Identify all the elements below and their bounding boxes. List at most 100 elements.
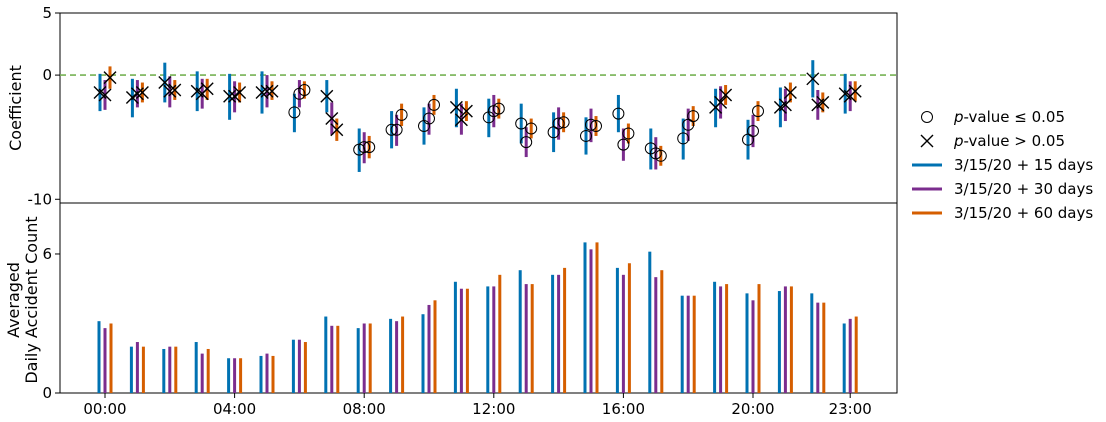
bar (465, 288, 469, 393)
hour-x-tick-label: 04:00 (213, 400, 256, 418)
bar (324, 316, 328, 393)
bar (168, 346, 172, 393)
legend: p-value ≤ 0.05 p-value > 0.05 3/15/20 + 15… (912, 108, 1093, 222)
bar (654, 277, 658, 393)
coefficient-panel: 5 0 -10 Coefficient (6, 4, 898, 208)
bar (453, 281, 457, 393)
bar (822, 302, 826, 393)
bar (719, 286, 723, 393)
bar (336, 325, 340, 393)
bar (783, 286, 787, 393)
bar (524, 284, 528, 393)
accident-y-label-line1: Averaged (4, 262, 23, 338)
bar (854, 316, 858, 393)
legend-entry: p-value ≤ 0.05 (921, 108, 1065, 126)
legend-circle-marker (921, 111, 933, 123)
bar (810, 293, 814, 393)
bar (265, 353, 269, 393)
bar (745, 293, 749, 393)
bar (103, 328, 107, 393)
bar (303, 342, 307, 393)
figure: 50-10 Coefficient 06 00:00 04:00 08:00 12:0… (4, 4, 1093, 418)
coefficient-y-ticks: 5 0 -10 (28, 4, 60, 208)
legend-label: 3/15/20 + 15 days (954, 156, 1093, 174)
accident-y-ticks: 06 (42, 245, 60, 402)
bar (135, 342, 139, 393)
bar (789, 286, 793, 393)
bar (206, 348, 210, 393)
bar (97, 321, 101, 393)
bar (486, 286, 490, 393)
bar (627, 263, 631, 393)
bar (356, 328, 360, 393)
legend-entry: 3/15/20 + 15 days (912, 156, 1093, 174)
bar (492, 286, 496, 393)
bar (291, 339, 295, 393)
legend-entry: 3/15/20 + 60 days (912, 204, 1093, 222)
bar (842, 323, 846, 393)
accident-count-panel: 06 00:00 04:00 08:00 12:00 16:00 20:00 23:00 A… (4, 202, 898, 418)
bar (583, 242, 587, 393)
bar (518, 270, 522, 393)
accident-y-label-line2: Daily Accident Count (22, 216, 41, 383)
accident-y-tick-label: 0 (42, 384, 52, 402)
bar (459, 288, 463, 393)
bar (615, 267, 619, 393)
coefficient-panel-frame (59, 12, 898, 204)
accident-y-tick-label: 6 (42, 245, 52, 263)
bar (621, 274, 625, 393)
bar (362, 323, 366, 393)
bar (174, 346, 178, 393)
bar (194, 342, 198, 393)
bar (660, 270, 664, 393)
bar (200, 353, 204, 393)
bar (713, 281, 717, 393)
hour-x-ticks: 00:00 04:00 08:00 12:00 16:00 20:00 23:00 (83, 393, 872, 418)
bar (498, 274, 502, 393)
bar (692, 295, 696, 393)
bar (330, 325, 334, 393)
hour-x-tick-label: 23:00 (829, 400, 872, 418)
hour-x-tick-label: 00:00 (83, 400, 126, 418)
bar (368, 323, 372, 393)
legend-cross-marker (920, 134, 934, 148)
bar (129, 346, 133, 393)
bar (589, 249, 593, 393)
bar (227, 358, 231, 393)
bar (557, 274, 561, 393)
bar (239, 358, 243, 393)
bar (848, 318, 852, 393)
hour-x-tick-label: 12:00 (472, 400, 515, 418)
coefficient-y-label: Coefficient (6, 65, 25, 151)
coefficient-y-tick-label: 5 (42, 4, 52, 22)
bar (421, 314, 425, 393)
bar (162, 348, 166, 393)
coefficient-y-tick-label: -10 (28, 190, 53, 208)
bar (551, 274, 555, 393)
hour-x-tick-label: 08:00 (343, 400, 386, 418)
legend-entry: p-value > 0.05 (920, 132, 1065, 150)
bar (389, 318, 393, 393)
bar (725, 284, 729, 393)
legend-label: 3/15/20 + 30 days (954, 180, 1093, 198)
legend-label: p-value > 0.05 (953, 132, 1065, 150)
legend-label: 3/15/20 + 60 days (954, 204, 1093, 222)
bar (816, 302, 820, 393)
bar (427, 304, 431, 393)
accident-count-panel-frame (59, 202, 898, 394)
bar (401, 316, 405, 393)
coefficient-y-tick-label: 0 (42, 66, 52, 84)
bar (680, 295, 684, 393)
bar (777, 291, 781, 393)
bar (297, 339, 301, 393)
bar (271, 355, 275, 393)
bar (141, 346, 145, 393)
bar (109, 323, 113, 393)
hour-x-tick-label: 16:00 (602, 400, 645, 418)
bar (259, 355, 263, 393)
bar (433, 300, 437, 393)
bar (530, 284, 534, 393)
legend-label: p-value ≤ 0.05 (953, 108, 1065, 126)
bar (233, 358, 237, 393)
bar (686, 295, 690, 393)
